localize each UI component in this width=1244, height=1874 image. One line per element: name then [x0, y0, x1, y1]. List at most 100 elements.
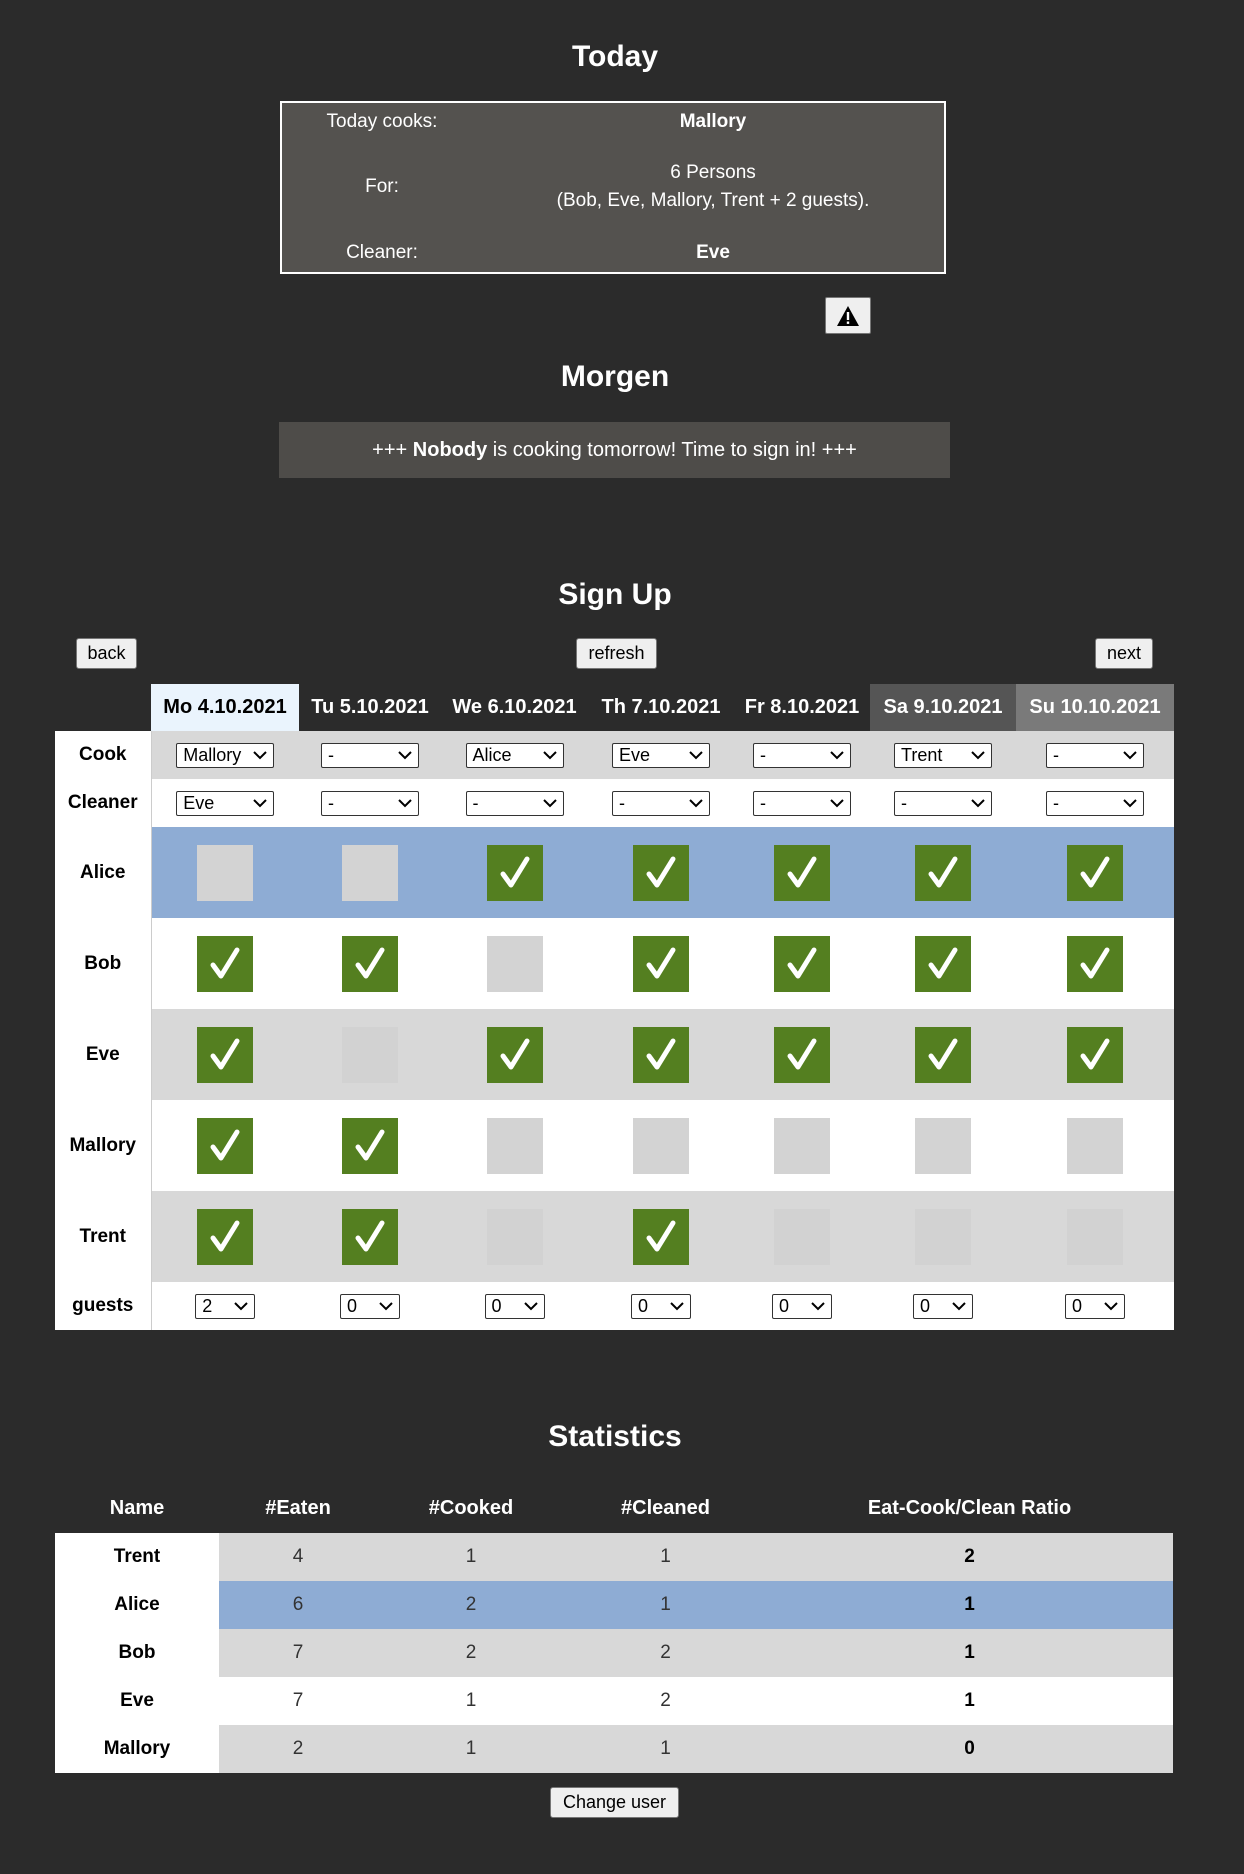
- attendance-checkbox[interactable]: [486, 1117, 543, 1174]
- attendance-checkbox[interactable]: [915, 935, 971, 992]
- attendance-checkbox[interactable]: [774, 1208, 830, 1265]
- chevron-down-icon: [830, 799, 844, 808]
- chevron-down-icon: [830, 751, 844, 760]
- attendance-checkbox[interactable]: [915, 844, 971, 901]
- cook-select[interactable]: Trent: [894, 742, 992, 768]
- attendance-checkbox[interactable]: [486, 844, 543, 901]
- attendance-checkbox[interactable]: [633, 844, 689, 901]
- change-user-button[interactable]: Change user: [550, 1787, 679, 1818]
- attendance-cell: [1016, 1009, 1174, 1100]
- day-header: Mo 4.10.2021: [151, 684, 299, 731]
- chevron-down-icon: [971, 799, 985, 808]
- guests-select[interactable]: 0: [484, 1293, 545, 1319]
- attendance-cell: [441, 827, 588, 918]
- attendance-checkbox[interactable]: [774, 844, 830, 901]
- cook-select-value: -: [760, 744, 766, 765]
- attendance-checkbox[interactable]: [486, 935, 543, 992]
- attendance-cell: [1016, 1191, 1174, 1282]
- cleaner-select[interactable]: -: [753, 790, 851, 816]
- attendance-checkbox[interactable]: [633, 1026, 689, 1083]
- cook-cell: Eve: [588, 731, 734, 779]
- person-row: Mallory: [55, 1100, 1174, 1191]
- refresh-button[interactable]: refresh: [576, 638, 657, 669]
- cook-select[interactable]: Mallory: [176, 742, 275, 768]
- attendance-checkbox[interactable]: [1067, 1208, 1123, 1265]
- guests-select[interactable]: 0: [1065, 1293, 1125, 1319]
- cleaner-select[interactable]: Eve: [176, 790, 275, 816]
- attendance-checkbox[interactable]: [197, 1117, 254, 1174]
- guests-select-value: 0: [638, 1295, 649, 1316]
- chevron-down-icon: [523, 1302, 538, 1311]
- attendance-checkbox[interactable]: [342, 1117, 398, 1174]
- checkmark-icon: [1080, 856, 1110, 887]
- attendance-checkbox[interactable]: [342, 844, 398, 901]
- cook-select[interactable]: Alice: [465, 742, 564, 768]
- attendance-checkbox[interactable]: [915, 1117, 971, 1174]
- guests-select[interactable]: 0: [631, 1293, 691, 1319]
- attendance-checkbox[interactable]: [633, 1208, 689, 1265]
- guests-select-value: 0: [1072, 1295, 1083, 1316]
- attendance-checkbox[interactable]: [915, 1208, 971, 1265]
- day-header: Sa 9.10.2021: [870, 684, 1016, 731]
- cleaner-select[interactable]: -: [465, 790, 564, 816]
- attendance-checkbox[interactable]: [1067, 935, 1123, 992]
- chevron-down-icon: [542, 751, 557, 760]
- cleaner-select[interactable]: -: [612, 790, 710, 816]
- stats-cooked: 2: [377, 1581, 565, 1629]
- tomorrow-notice-suffix: is cooking tomorrow! Time to sign in! ++…: [487, 438, 857, 461]
- attendance-checkbox[interactable]: [774, 935, 830, 992]
- cleaner-select[interactable]: -: [321, 790, 419, 816]
- attendance-cell: [870, 918, 1016, 1009]
- attendance-checkbox[interactable]: [486, 1026, 543, 1083]
- cleaner-cell: -: [299, 779, 441, 827]
- guests-select[interactable]: 0: [772, 1293, 832, 1319]
- attendance-checkbox[interactable]: [342, 1026, 398, 1083]
- next-button[interactable]: next: [1095, 638, 1153, 669]
- attendance-checkbox[interactable]: [915, 1026, 971, 1083]
- cook-select[interactable]: Eve: [612, 742, 710, 768]
- cleaner-select-value: -: [619, 792, 625, 813]
- guests-select-value: 2: [202, 1295, 213, 1316]
- attendance-checkbox[interactable]: [197, 935, 254, 992]
- attendance-checkbox[interactable]: [1067, 1117, 1123, 1174]
- stats-name: Bob: [55, 1629, 219, 1677]
- attendance-checkbox[interactable]: [197, 1208, 254, 1265]
- attendance-checkbox[interactable]: [633, 935, 689, 992]
- report-warning-button[interactable]: [825, 297, 871, 334]
- chevron-down-icon: [398, 751, 412, 760]
- guests-select-value: 0: [347, 1295, 358, 1316]
- attendance-checkbox[interactable]: [633, 1117, 689, 1174]
- attendance-cell: [588, 1009, 734, 1100]
- cook-select[interactable]: -: [1046, 742, 1144, 768]
- attendance-checkbox[interactable]: [1067, 844, 1123, 901]
- checkmark-icon: [646, 947, 676, 978]
- stats-row: Alice 6 2 1 1: [55, 1581, 1173, 1629]
- attendance-checkbox[interactable]: [486, 1208, 543, 1265]
- guests-select[interactable]: 0: [913, 1293, 973, 1319]
- today-cook-name: Mallory: [679, 110, 747, 132]
- chevron-down-icon: [971, 751, 985, 760]
- attendance-checkbox[interactable]: [197, 844, 254, 901]
- checkmark-icon: [355, 1129, 385, 1160]
- attendance-checkbox[interactable]: [342, 1208, 398, 1265]
- attendance-cell: [151, 1191, 299, 1282]
- back-button[interactable]: back: [76, 638, 137, 669]
- attendance-checkbox[interactable]: [774, 1026, 830, 1083]
- attendance-checkbox[interactable]: [1067, 1026, 1123, 1083]
- guests-select-value: 0: [920, 1295, 931, 1316]
- cleaner-select[interactable]: -: [1046, 790, 1144, 816]
- attendance-cell: [588, 1100, 734, 1191]
- cook-select[interactable]: -: [753, 742, 851, 768]
- guests-select[interactable]: 2: [195, 1293, 256, 1319]
- guests-select[interactable]: 0: [340, 1293, 400, 1319]
- attendance-cell: [734, 918, 870, 1009]
- cleaner-select[interactable]: -: [894, 790, 992, 816]
- attendance-checkbox[interactable]: [342, 935, 398, 992]
- attendance-cell: [299, 1009, 441, 1100]
- attendance-checkbox[interactable]: [774, 1117, 830, 1174]
- today-persons-count: 6 Persons: [670, 162, 756, 184]
- guests-select-value: 0: [491, 1295, 502, 1316]
- attendance-checkbox[interactable]: [197, 1026, 254, 1083]
- cook-select[interactable]: -: [321, 742, 419, 768]
- person-name: Mallory: [55, 1100, 152, 1191]
